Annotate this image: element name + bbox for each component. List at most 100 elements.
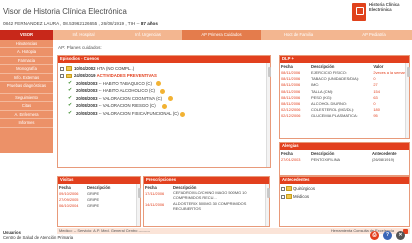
alergias-table: Fecha Descripción Antecedente 27/01/2003… xyxy=(280,150,409,163)
checkmark-icon: ✔ xyxy=(68,87,73,94)
usuarios-center: Centro de Salud de Atención Primaria xyxy=(3,235,74,240)
sidebar-item-citas[interactable]: Citas xyxy=(0,102,53,111)
episode-date: 20/08/2003 xyxy=(76,103,98,109)
tab-ap-pediatria[interactable]: AP Pediatría xyxy=(336,30,412,40)
antecedente-label: Médicos xyxy=(293,193,310,199)
help-icon[interactable]: ? xyxy=(383,231,392,240)
episode-text: -- HABITO TABAQUICO (C) xyxy=(98,80,152,86)
folder-icon xyxy=(286,186,292,191)
visitas-table: Fecha Descripción 09/10/2006 GRIPE 27/09/… xyxy=(58,184,140,210)
table-row[interactable]: 06/10/2004 GRIPE xyxy=(58,203,140,209)
expand-icon[interactable] xyxy=(281,194,285,199)
cell-valor: 2veces a la semana xyxy=(373,70,408,76)
logo-icon xyxy=(352,3,366,21)
patient-details: 0842 FERNANDEZ LAURA , 08.53962126655 , … xyxy=(3,21,141,26)
dlp-scrollbar[interactable] xyxy=(405,62,410,138)
col-antecedente: Antecedente xyxy=(372,150,397,156)
folder-icon xyxy=(286,194,292,199)
app-title: Visor de Historia Clínica Electrónica xyxy=(3,7,127,16)
episode-text: ACTIVIDADES PREVENTIVAS xyxy=(96,73,157,79)
print-icon[interactable]: ⎙ xyxy=(370,231,379,240)
checkmark-icon: ✔ xyxy=(68,102,73,109)
exit-icon[interactable]: ✕ xyxy=(396,231,405,240)
table-row[interactable]: 08/11/2006 EJERCICIO FISICO: 2veces a la s… xyxy=(280,70,409,76)
prescripciones-panel: Prescripciones Fecha Descripción 17/11/2… xyxy=(143,176,270,227)
antecedente-label: Quirúrgicos xyxy=(293,185,315,191)
antecedentes-panel: Antecedentes Quirúrgicos Médicos xyxy=(279,176,410,227)
folder-icon xyxy=(66,73,72,79)
table-row[interactable]: 17/11/2006 CEFADROXILO/CHINO MAGO 500MG 1… xyxy=(144,191,269,202)
warning-icon xyxy=(180,111,185,117)
cell-desc: ALDOSTERIX 500MG 30 COMPRIMIDOS RECUBIER… xyxy=(173,201,247,211)
footer-status-bar: Medico: -- Servicio: A.P. Med. General C… xyxy=(57,228,410,234)
scroll-thumb[interactable] xyxy=(267,66,271,77)
cell-fecha: 02/12/2006 xyxy=(281,113,301,119)
sidebar-item-pruebas[interactable]: Pruebas diagnósticas xyxy=(0,82,53,94)
sidebar-item-informes[interactable]: Informes xyxy=(0,119,53,128)
sidebar-item-monografia[interactable]: Monografía xyxy=(0,65,53,74)
tab-medicina-familia[interactable]: Hoct de Familia xyxy=(261,30,336,40)
col-descripcion: Descripción xyxy=(87,184,111,190)
episode-row[interactable]: ✔ 20/08/2003 -- VALORACION COGNITIVA (C) xyxy=(58,95,270,103)
episode-date: 20/08/2003 xyxy=(76,88,98,94)
sidebar-item-farmacia[interactable]: Farmacia xyxy=(0,57,53,66)
sidebar-item-1[interactable]: A. Hotopia xyxy=(0,48,53,57)
episodes-scrollbar[interactable] xyxy=(266,62,271,167)
tab-ap-cuidados[interactable]: AP Primera Cuidados xyxy=(182,30,261,40)
table-row[interactable]: 14/11/2006 ALDOSTERIX 500MG 30 COMPRIMIDO… xyxy=(144,202,269,213)
warning-icon xyxy=(162,103,167,109)
tab-inf-hospital[interactable]: Inf. Hospital xyxy=(53,30,114,40)
expand-icon[interactable] xyxy=(60,66,64,71)
antecedente-item-quirurgicos[interactable]: Quirúrgicos xyxy=(281,185,409,193)
cell-desc: PENTOXIFILINA xyxy=(311,157,341,163)
visitas-scrollbar[interactable] xyxy=(136,183,141,226)
table-row[interactable]: 02/12/2006 GLUCEMIA PLASMATICA: 95 xyxy=(280,113,409,119)
episode-row[interactable]: 10/04/2002 HTA (NO COMPL..) xyxy=(58,65,270,73)
episode-date: 20/08/2003 xyxy=(76,111,98,117)
episode-text: -- VALORACION COGNITIVA (C) xyxy=(98,95,163,101)
sidebar-item-0[interactable]: Hinotencias xyxy=(0,40,53,49)
sidebar: Hinotencias A. Hotopia Farmacia Monograf… xyxy=(0,40,53,153)
cell-desc: GLUCEMIA PLASMATICA: xyxy=(311,113,358,119)
episode-date: 24/08/2019 xyxy=(74,73,96,79)
episode-row[interactable]: ✔ 20/08/2003 -- VALORACION RIESGO (C) xyxy=(58,102,270,110)
episode-row[interactable]: ✔ 20/08/2003 -- VALORACION FISICA/FUNCIO… xyxy=(58,110,270,118)
scroll-thumb[interactable] xyxy=(406,66,410,77)
patient-info: 0842 FERNANDEZ LAURA , 08.53962126655 , … xyxy=(3,21,158,26)
episode-row[interactable]: 24/08/2019 ACTIVIDADES PREVENTIVAS xyxy=(58,72,270,80)
visitas-panel: Visitas Fecha Descripción 09/10/2006 GRIP… xyxy=(57,176,141,227)
tab-visor[interactable]: VISOR xyxy=(0,30,53,40)
prescripciones-scrollbar[interactable] xyxy=(265,183,270,226)
expand-icon[interactable] xyxy=(281,186,285,191)
episode-row[interactable]: ✔ 20/08/2003 -- HABITO ALCOHOLICO (C) xyxy=(58,87,270,95)
cell-antecedente: (26/08/1919) xyxy=(372,157,395,163)
folder-icon xyxy=(66,66,72,71)
sidebar-item-enfermera[interactable]: A. Enfermera xyxy=(0,111,53,120)
cell-fecha: 06/10/2004 xyxy=(59,203,79,209)
sidebar-item-info-externas[interactable]: Info. Externas xyxy=(0,74,53,82)
episode-row[interactable]: ✔ 20/08/2003 -- HABITO TABAQUICO (C) xyxy=(58,80,270,88)
warning-icon xyxy=(160,88,165,94)
alergias-panel: Alergias Fecha Descripción Antecedente 2… xyxy=(279,142,410,176)
col-fecha: Fecha xyxy=(281,63,293,69)
usuarios-block: Usuarios Centro de Salud de Atención Pri… xyxy=(3,230,73,240)
expand-icon[interactable] xyxy=(60,74,64,79)
checkmark-icon: ✔ xyxy=(68,94,73,101)
scroll-thumb[interactable] xyxy=(137,187,141,198)
ap-planes-label: AP: Planes cuidados: xyxy=(58,45,102,50)
col-fecha: Fecha xyxy=(59,184,71,190)
cell-desc: GRIPE xyxy=(87,203,100,209)
warning-icon xyxy=(168,96,173,102)
col-descripcion: Descripción xyxy=(311,150,335,156)
episode-text: -- VALORACION RIESGO (C) xyxy=(98,103,156,109)
cell-fecha: 14/11/2006 xyxy=(145,201,165,207)
sidebar-item-seguimiento[interactable]: Seguimiento xyxy=(0,94,53,103)
checkmark-icon: ✔ xyxy=(68,79,73,86)
col-fecha: Fecha xyxy=(145,184,157,190)
tab-inf-urgencias[interactable]: Inf. Urgencias xyxy=(114,30,182,40)
top-tab-bar: VISOR Inf. Hospital Inf. Urgencias AP Pr… xyxy=(0,30,412,40)
scroll-thumb[interactable] xyxy=(266,187,270,198)
antecedente-item-medicos[interactable]: Médicos xyxy=(281,193,409,201)
table-row[interactable]: 27/01/2003 PENTOXIFILINA (26/08/1919) xyxy=(280,157,409,163)
prescripciones-table: Fecha Descripción 17/11/2006 CEFADROXILO/… xyxy=(144,184,269,213)
